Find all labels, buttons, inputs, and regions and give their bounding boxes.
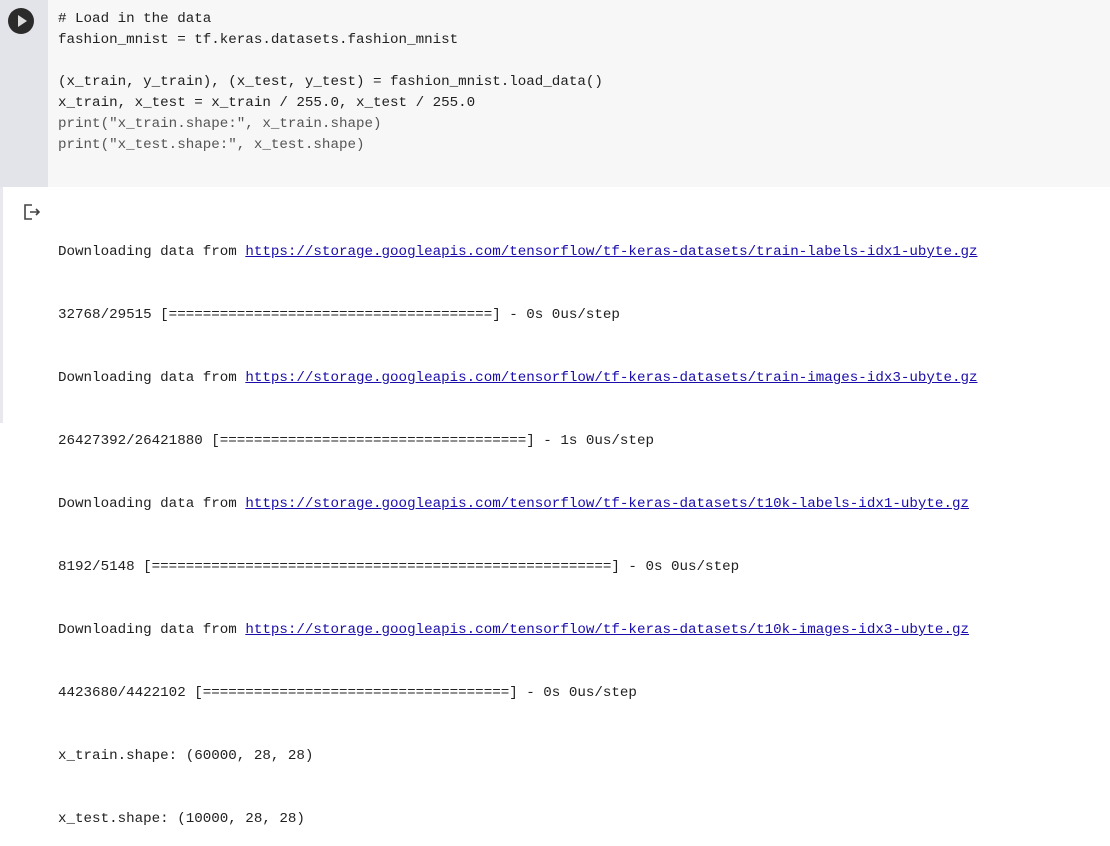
download-line: Downloading data from https://storage.go…: [58, 244, 978, 260]
download-line: Downloading data from https://storage.go…: [58, 370, 978, 386]
code-line: print("x_test.shape:", x_test.shape): [58, 135, 1098, 156]
download-link[interactable]: https://storage.googleapis.com/tensorflo…: [245, 496, 969, 512]
code-line: # Load in the data: [58, 11, 212, 27]
progress-line: 32768/29515 [===========================…: [58, 307, 620, 323]
code-line-text: print("x_train.shape:", x_train.shape): [58, 116, 382, 132]
cell-output: Downloading data from https://storage.go…: [0, 187, 1110, 827]
code-line: fashion_mnist = tf.keras.datasets.fashio…: [58, 32, 459, 48]
download-line: Downloading data from https://storage.go…: [58, 496, 969, 512]
run-cell-button[interactable]: [8, 8, 34, 34]
progress-line: 4423680/4422102 [=======================…: [58, 685, 637, 701]
output-text: Downloading data from https://storage.go…: [58, 200, 978, 846]
download-link[interactable]: https://storage.googleapis.com/tensorflo…: [245, 370, 977, 386]
code-line-text: x_train, x_test = x_train / 255.0, x_tes…: [58, 95, 476, 111]
code-line: (x_train, y_train), (x_test, y_test) = f…: [58, 72, 1098, 93]
code-line: print("x_train.shape:", x_train.shape): [58, 114, 1098, 135]
code-line-text: (x_train, y_train), (x_test, y_test) = f…: [58, 74, 603, 90]
code-line: x_train, x_test = x_train / 255.0, x_tes…: [58, 93, 1098, 114]
progress-line: 8192/5148 [=============================…: [58, 559, 740, 575]
cell-gutter: [0, 0, 48, 187]
result-line: x_test.shape: (10000, 28, 28): [58, 811, 305, 827]
code-editor[interactable]: # Load in the data fashion_mnist = tf.ke…: [58, 9, 1098, 156]
progress-line: 26427392/26421880 [=====================…: [58, 433, 654, 449]
download-link[interactable]: https://storage.googleapis.com/tensorflo…: [245, 244, 977, 260]
result-line: x_train.shape: (60000, 28, 28): [58, 748, 314, 764]
code-line-text: print("x_test.shape:", x_test.shape): [58, 137, 365, 153]
download-link[interactable]: https://storage.googleapis.com/tensorflo…: [245, 622, 969, 638]
download-line: Downloading data from https://storage.go…: [58, 622, 969, 638]
output-arrow-icon[interactable]: [23, 203, 41, 221]
